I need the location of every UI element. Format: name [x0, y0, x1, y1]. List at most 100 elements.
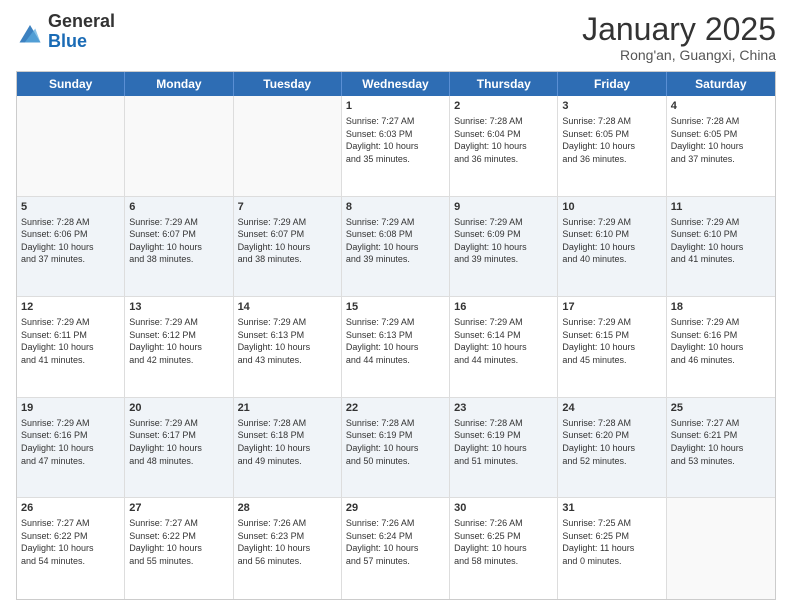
day-number: 11 — [671, 200, 771, 215]
calendar-cell: 9Sunrise: 7:29 AMSunset: 6:09 PMDaylight… — [450, 197, 558, 297]
day-number: 5 — [21, 200, 120, 215]
day-number: 15 — [346, 300, 445, 315]
logo: General Blue — [16, 12, 115, 52]
calendar-cell: 16Sunrise: 7:29 AMSunset: 6:14 PMDayligh… — [450, 297, 558, 397]
day-info-text: Sunrise: 7:27 AMSunset: 6:03 PMDaylight:… — [346, 115, 445, 165]
day-info-text: Sunrise: 7:29 AMSunset: 6:17 PMDaylight:… — [129, 417, 228, 467]
calendar-cell: 25Sunrise: 7:27 AMSunset: 6:21 PMDayligh… — [667, 398, 775, 498]
day-number: 2 — [454, 99, 553, 114]
logo-text: General Blue — [48, 12, 115, 52]
day-number: 21 — [238, 401, 337, 416]
day-number: 20 — [129, 401, 228, 416]
day-info-text: Sunrise: 7:26 AMSunset: 6:23 PMDaylight:… — [238, 517, 337, 567]
calendar-cell: 21Sunrise: 7:28 AMSunset: 6:18 PMDayligh… — [234, 398, 342, 498]
title-block: January 2025 Rong'an, Guangxi, China — [582, 12, 776, 63]
day-number: 10 — [562, 200, 661, 215]
calendar-cell: 4Sunrise: 7:28 AMSunset: 6:05 PMDaylight… — [667, 96, 775, 196]
day-info-text: Sunrise: 7:28 AMSunset: 6:05 PMDaylight:… — [562, 115, 661, 165]
day-number: 26 — [21, 501, 120, 516]
month-title: January 2025 — [582, 12, 776, 47]
day-info-text: Sunrise: 7:29 AMSunset: 6:10 PMDaylight:… — [671, 216, 771, 266]
calendar-cell: 30Sunrise: 7:26 AMSunset: 6:25 PMDayligh… — [450, 498, 558, 599]
day-info-text: Sunrise: 7:28 AMSunset: 6:18 PMDaylight:… — [238, 417, 337, 467]
day-info-text: Sunrise: 7:28 AMSunset: 6:19 PMDaylight:… — [346, 417, 445, 467]
day-info-text: Sunrise: 7:26 AMSunset: 6:24 PMDaylight:… — [346, 517, 445, 567]
day-number: 28 — [238, 501, 337, 516]
calendar-cell: 17Sunrise: 7:29 AMSunset: 6:15 PMDayligh… — [558, 297, 666, 397]
calendar-cell: 18Sunrise: 7:29 AMSunset: 6:16 PMDayligh… — [667, 297, 775, 397]
location-text: Rong'an, Guangxi, China — [582, 47, 776, 63]
day-info-text: Sunrise: 7:27 AMSunset: 6:22 PMDaylight:… — [21, 517, 120, 567]
weekday-header-wednesday: Wednesday — [342, 72, 450, 96]
calendar-cell: 5Sunrise: 7:28 AMSunset: 6:06 PMDaylight… — [17, 197, 125, 297]
calendar-row-1: 1Sunrise: 7:27 AMSunset: 6:03 PMDaylight… — [17, 96, 775, 197]
weekday-header-thursday: Thursday — [450, 72, 558, 96]
calendar-page: General Blue January 2025 Rong'an, Guang… — [0, 0, 792, 612]
weekday-header-friday: Friday — [558, 72, 666, 96]
day-info-text: Sunrise: 7:29 AMSunset: 6:13 PMDaylight:… — [346, 316, 445, 366]
calendar-grid: SundayMondayTuesdayWednesdayThursdayFrid… — [16, 71, 776, 600]
day-info-text: Sunrise: 7:29 AMSunset: 6:07 PMDaylight:… — [129, 216, 228, 266]
day-info-text: Sunrise: 7:28 AMSunset: 6:19 PMDaylight:… — [454, 417, 553, 467]
calendar-cell: 10Sunrise: 7:29 AMSunset: 6:10 PMDayligh… — [558, 197, 666, 297]
day-info-text: Sunrise: 7:29 AMSunset: 6:14 PMDaylight:… — [454, 316, 553, 366]
day-number: 16 — [454, 300, 553, 315]
calendar-cell: 26Sunrise: 7:27 AMSunset: 6:22 PMDayligh… — [17, 498, 125, 599]
logo-blue-text: Blue — [48, 32, 115, 52]
day-number: 9 — [454, 200, 553, 215]
day-number: 7 — [238, 200, 337, 215]
day-number: 31 — [562, 501, 661, 516]
calendar-row-4: 19Sunrise: 7:29 AMSunset: 6:16 PMDayligh… — [17, 398, 775, 499]
weekday-header-tuesday: Tuesday — [234, 72, 342, 96]
calendar-cell: 12Sunrise: 7:29 AMSunset: 6:11 PMDayligh… — [17, 297, 125, 397]
day-info-text: Sunrise: 7:29 AMSunset: 6:13 PMDaylight:… — [238, 316, 337, 366]
calendar-cell: 20Sunrise: 7:29 AMSunset: 6:17 PMDayligh… — [125, 398, 233, 498]
day-info-text: Sunrise: 7:29 AMSunset: 6:16 PMDaylight:… — [671, 316, 771, 366]
calendar-cell — [667, 498, 775, 599]
day-number: 17 — [562, 300, 661, 315]
day-number: 3 — [562, 99, 661, 114]
calendar-cell: 31Sunrise: 7:25 AMSunset: 6:25 PMDayligh… — [558, 498, 666, 599]
day-number: 8 — [346, 200, 445, 215]
day-info-text: Sunrise: 7:28 AMSunset: 6:04 PMDaylight:… — [454, 115, 553, 165]
day-number: 6 — [129, 200, 228, 215]
day-number: 4 — [671, 99, 771, 114]
day-info-text: Sunrise: 7:29 AMSunset: 6:16 PMDaylight:… — [21, 417, 120, 467]
calendar-cell: 7Sunrise: 7:29 AMSunset: 6:07 PMDaylight… — [234, 197, 342, 297]
calendar-cell — [234, 96, 342, 196]
calendar-cell: 11Sunrise: 7:29 AMSunset: 6:10 PMDayligh… — [667, 197, 775, 297]
weekday-header-saturday: Saturday — [667, 72, 775, 96]
day-info-text: Sunrise: 7:29 AMSunset: 6:07 PMDaylight:… — [238, 216, 337, 266]
calendar-cell: 27Sunrise: 7:27 AMSunset: 6:22 PMDayligh… — [125, 498, 233, 599]
day-number: 22 — [346, 401, 445, 416]
day-number: 25 — [671, 401, 771, 416]
logo-icon — [16, 18, 44, 46]
day-info-text: Sunrise: 7:29 AMSunset: 6:08 PMDaylight:… — [346, 216, 445, 266]
day-number: 19 — [21, 401, 120, 416]
day-info-text: Sunrise: 7:27 AMSunset: 6:21 PMDaylight:… — [671, 417, 771, 467]
logo-general-text: General — [48, 12, 115, 32]
day-number: 30 — [454, 501, 553, 516]
calendar-cell: 19Sunrise: 7:29 AMSunset: 6:16 PMDayligh… — [17, 398, 125, 498]
day-info-text: Sunrise: 7:28 AMSunset: 6:20 PMDaylight:… — [562, 417, 661, 467]
day-info-text: Sunrise: 7:26 AMSunset: 6:25 PMDaylight:… — [454, 517, 553, 567]
day-number: 12 — [21, 300, 120, 315]
day-info-text: Sunrise: 7:28 AMSunset: 6:05 PMDaylight:… — [671, 115, 771, 165]
calendar-cell — [17, 96, 125, 196]
day-number: 24 — [562, 401, 661, 416]
day-info-text: Sunrise: 7:29 AMSunset: 6:12 PMDaylight:… — [129, 316, 228, 366]
calendar-header: SundayMondayTuesdayWednesdayThursdayFrid… — [17, 72, 775, 96]
day-info-text: Sunrise: 7:29 AMSunset: 6:11 PMDaylight:… — [21, 316, 120, 366]
calendar-cell: 6Sunrise: 7:29 AMSunset: 6:07 PMDaylight… — [125, 197, 233, 297]
calendar-cell: 13Sunrise: 7:29 AMSunset: 6:12 PMDayligh… — [125, 297, 233, 397]
calendar-body: 1Sunrise: 7:27 AMSunset: 6:03 PMDaylight… — [17, 96, 775, 599]
day-number: 18 — [671, 300, 771, 315]
calendar-cell: 28Sunrise: 7:26 AMSunset: 6:23 PMDayligh… — [234, 498, 342, 599]
day-info-text: Sunrise: 7:27 AMSunset: 6:22 PMDaylight:… — [129, 517, 228, 567]
calendar-cell: 3Sunrise: 7:28 AMSunset: 6:05 PMDaylight… — [558, 96, 666, 196]
calendar-cell — [125, 96, 233, 196]
day-info-text: Sunrise: 7:29 AMSunset: 6:15 PMDaylight:… — [562, 316, 661, 366]
calendar-row-3: 12Sunrise: 7:29 AMSunset: 6:11 PMDayligh… — [17, 297, 775, 398]
calendar-row-5: 26Sunrise: 7:27 AMSunset: 6:22 PMDayligh… — [17, 498, 775, 599]
weekday-header-monday: Monday — [125, 72, 233, 96]
